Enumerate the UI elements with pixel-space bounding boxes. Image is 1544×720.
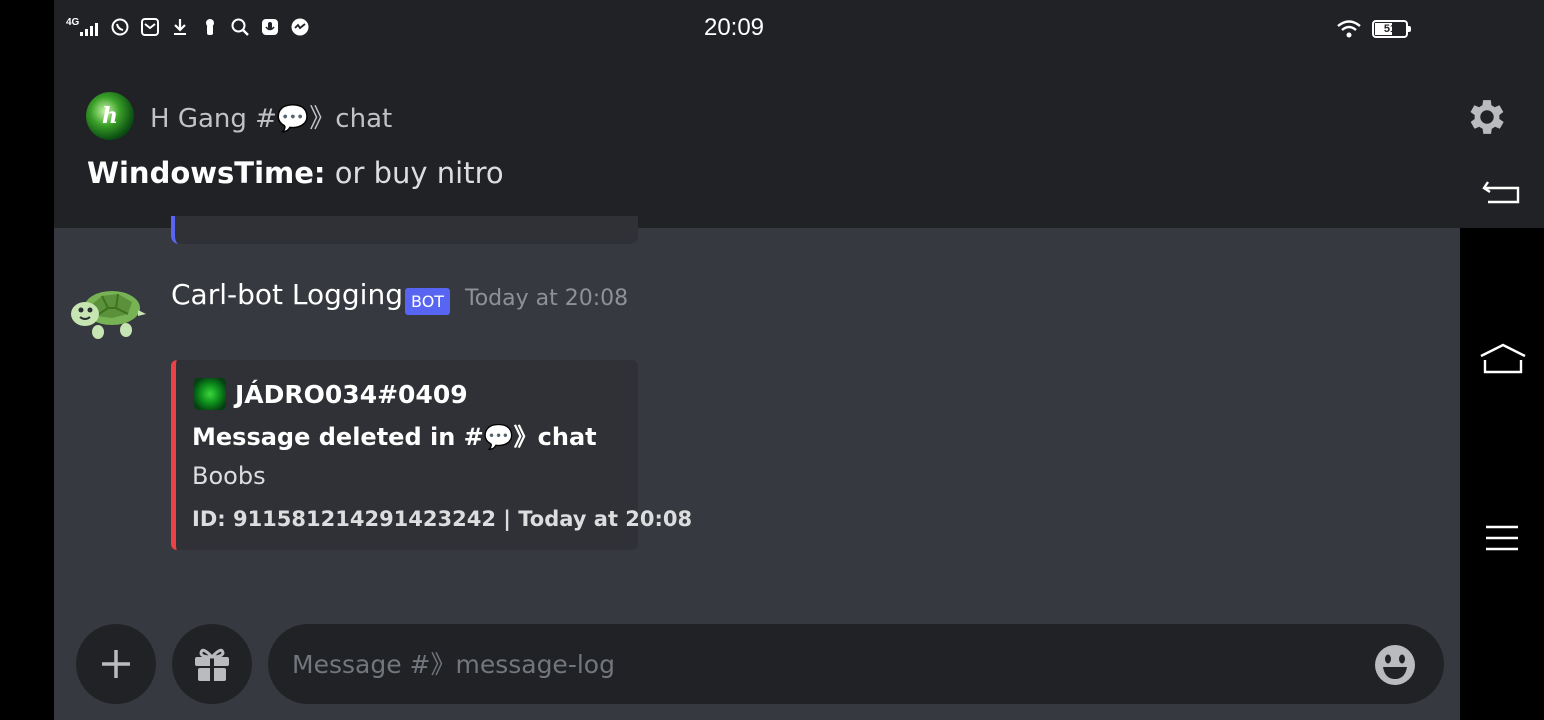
microphone-icon xyxy=(260,16,280,38)
embed-author-avatar-icon xyxy=(194,378,226,410)
notification-header[interactable]: h H Gang #💬》chat WindowsTime: or buy nit… xyxy=(54,56,1544,228)
network-type-label: 4G xyxy=(66,17,80,28)
status-bar: 4G 20:09 51 xyxy=(54,0,1544,56)
bot-tag: BOT xyxy=(405,288,451,315)
status-right: 51 xyxy=(1336,18,1411,40)
left-screen-edge xyxy=(0,0,54,720)
wifi-icon xyxy=(1336,18,1362,40)
plus-icon xyxy=(102,650,130,678)
chat-area[interactable]: Carl-bot Logging BOT Today at 20:08 JÁDR… xyxy=(54,216,1460,720)
notification-message: WindowsTime: or buy nitro xyxy=(87,156,504,190)
message-author[interactable]: Carl-bot Logging xyxy=(171,278,403,311)
status-time: 20:09 xyxy=(703,14,765,41)
battery-indicator: 51 xyxy=(1372,20,1411,38)
turtle-avatar-icon[interactable] xyxy=(68,284,148,344)
mail-app-icon xyxy=(140,16,160,38)
message-input[interactable] xyxy=(292,642,1352,686)
keyhole-icon xyxy=(200,16,220,38)
download-icon xyxy=(170,16,190,38)
battery-level: 51 xyxy=(1383,23,1397,35)
embed-author: JÁDRO034#0409 xyxy=(235,380,468,409)
add-attachment-button[interactable] xyxy=(76,624,156,704)
notification-title: H Gang #💬》chat xyxy=(150,104,393,134)
status-icons: 4G xyxy=(66,16,310,38)
whatsapp-icon xyxy=(110,16,130,38)
signal-icon: 4G xyxy=(66,16,100,38)
home-icon[interactable] xyxy=(1478,342,1528,376)
emoji-icon[interactable] xyxy=(1374,644,1416,686)
embed-title: Message deleted in #💬》chat xyxy=(192,423,597,451)
system-nav-bar xyxy=(1460,228,1544,720)
previous-embed xyxy=(171,216,638,244)
embed-footer: ID: 911581214291423242 | Today at 20:08 xyxy=(192,507,693,531)
notification-body: or buy nitro xyxy=(325,156,504,190)
message-timestamp: Today at 20:08 xyxy=(465,286,629,311)
gift-icon xyxy=(195,648,229,681)
menu-icon[interactable] xyxy=(1485,524,1519,552)
gear-icon[interactable] xyxy=(1464,94,1510,140)
embed-description: Boobs xyxy=(192,462,266,490)
server-avatar[interactable]: h xyxy=(86,92,134,140)
gift-button[interactable] xyxy=(172,624,252,704)
search-icon xyxy=(230,16,250,38)
notification-author: WindowsTime: xyxy=(87,156,326,190)
message-composer[interactable] xyxy=(268,624,1444,704)
app-badge-icon xyxy=(290,16,310,38)
log-embed: JÁDRO034#0409 Message deleted in #💬》chat… xyxy=(171,360,692,550)
back-nav-icon[interactable] xyxy=(1480,174,1524,214)
